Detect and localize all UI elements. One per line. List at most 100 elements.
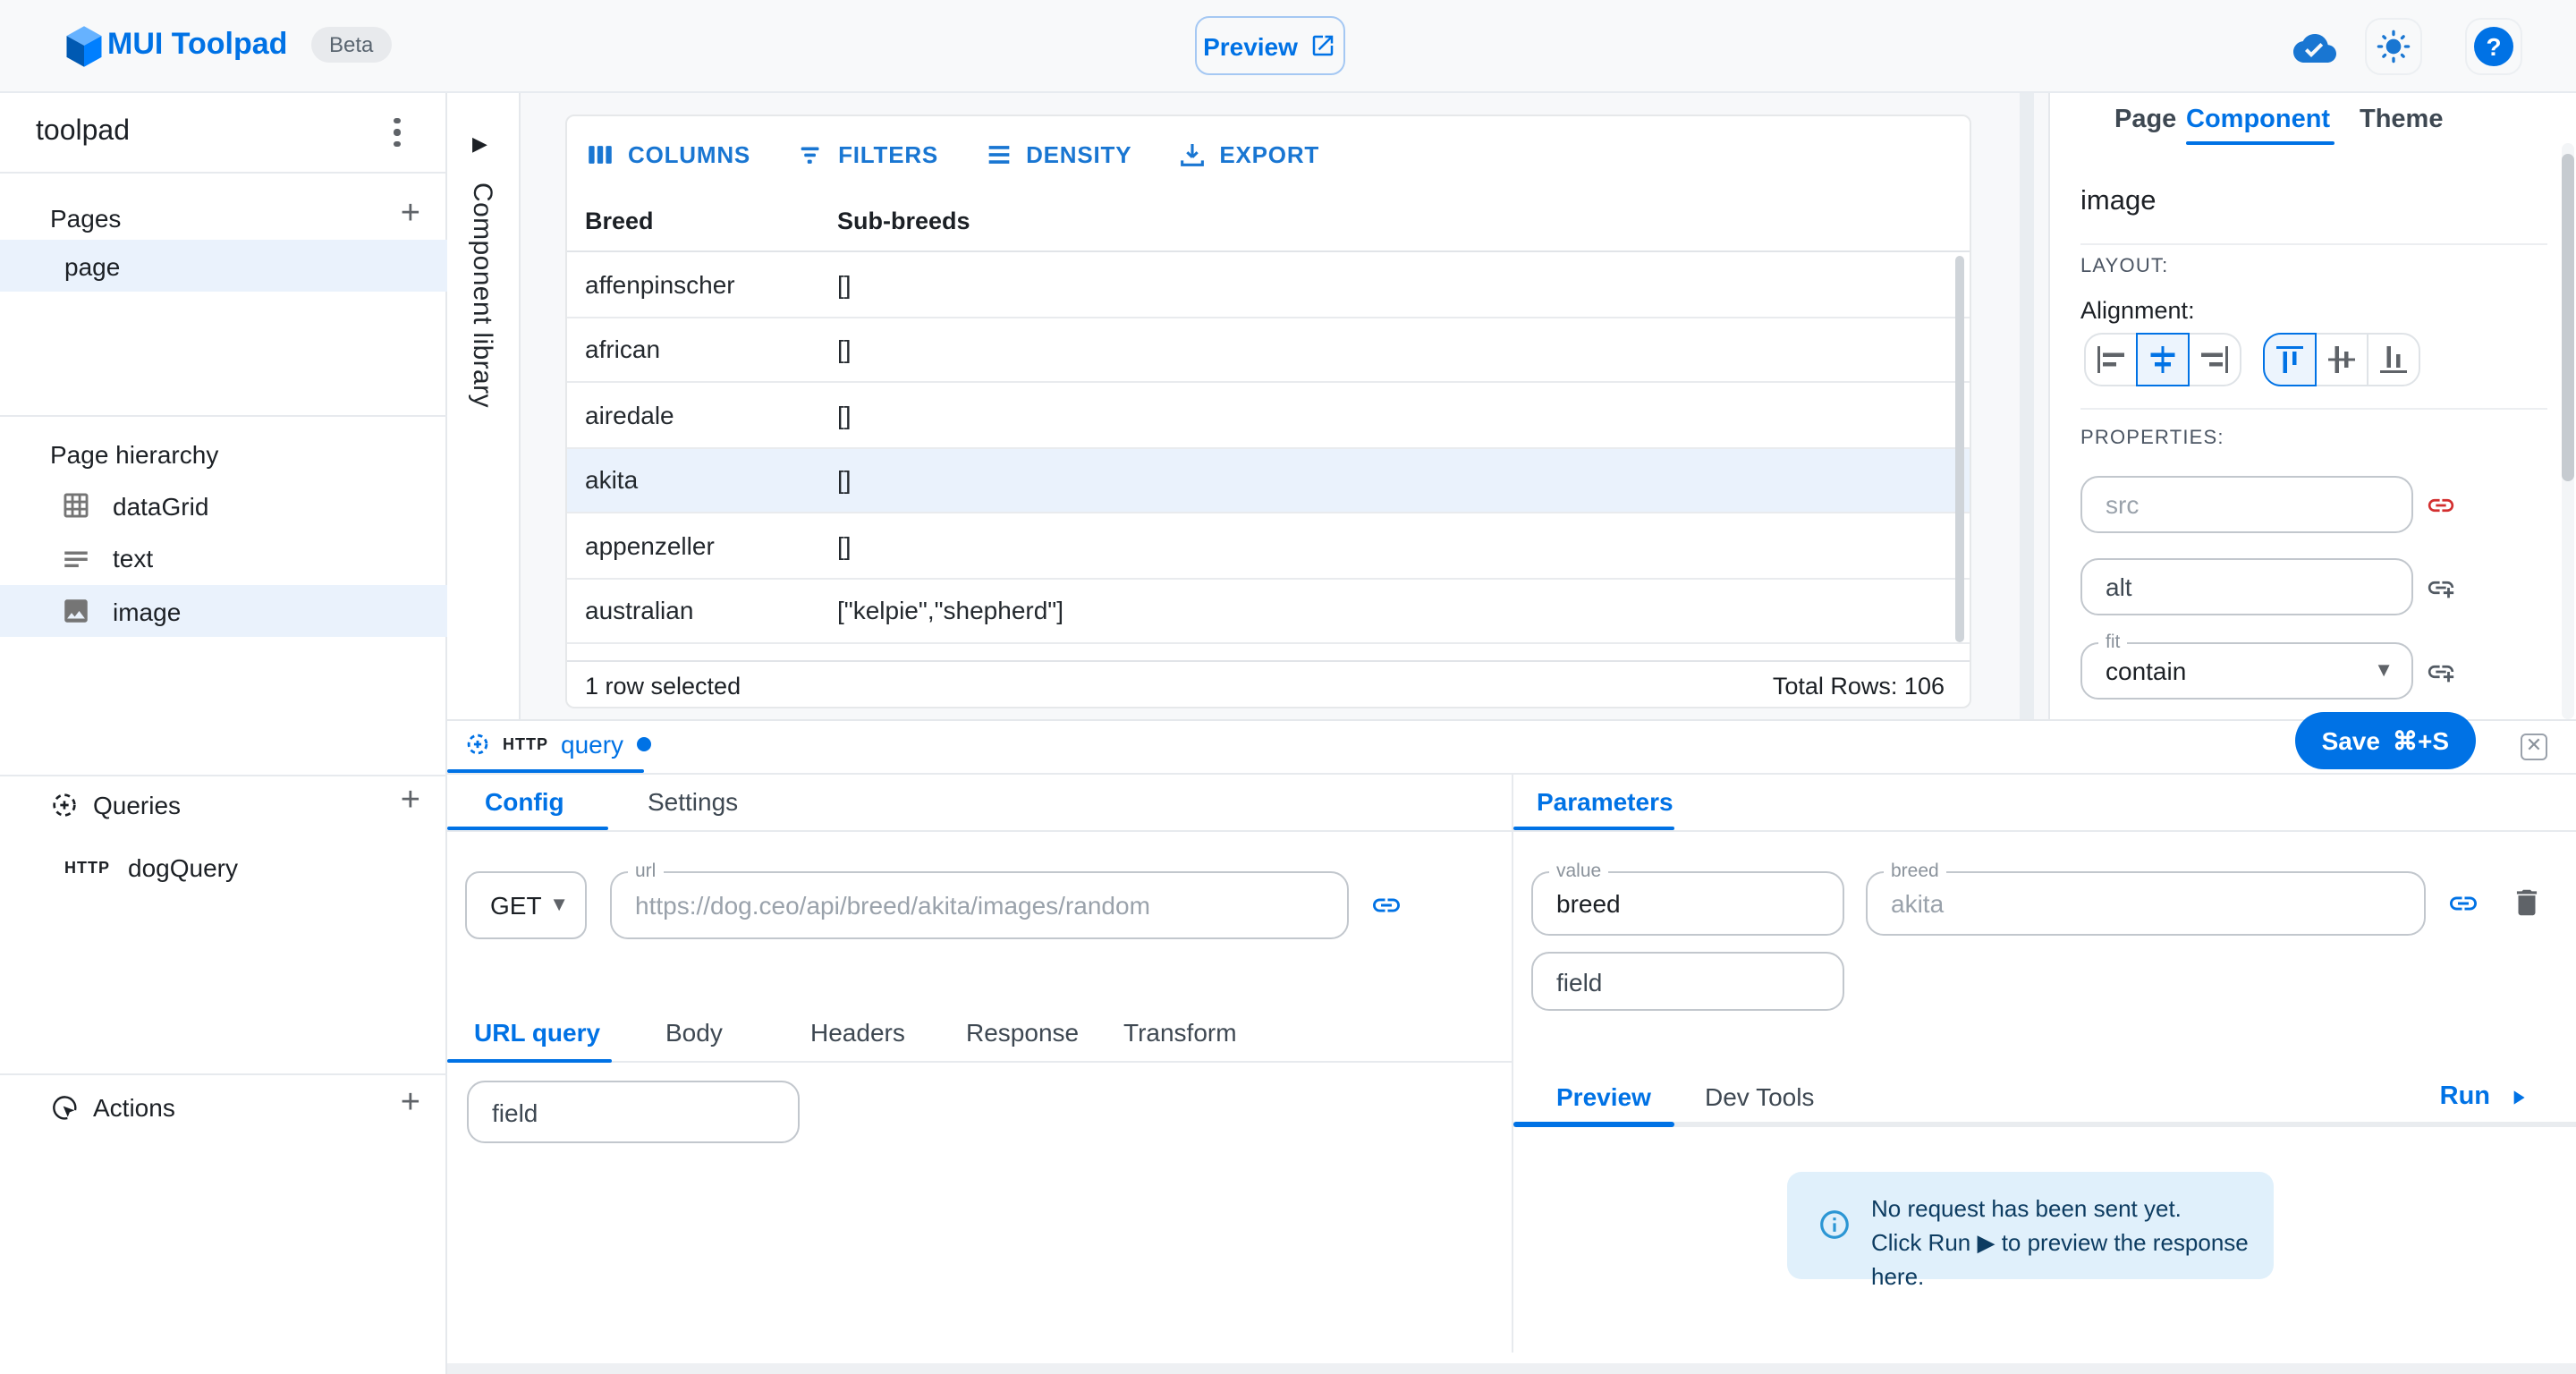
- divider: [2080, 408, 2547, 410]
- save-button[interactable]: Save ⌘+S: [2295, 712, 2476, 769]
- delete-parameter-button[interactable]: [2510, 886, 2544, 920]
- active-tab-indicator: [447, 826, 608, 830]
- tab-headers[interactable]: Headers: [810, 1018, 905, 1047]
- align-horizontal-right-button[interactable]: [2188, 333, 2241, 386]
- fit-label: fit: [2098, 632, 2127, 655]
- alignment-label: Alignment:: [2080, 297, 2195, 324]
- save-button-label: Save: [2322, 726, 2380, 755]
- cell-subbreeds: []: [837, 270, 1970, 299]
- preview-button[interactable]: Preview: [1195, 16, 1345, 75]
- align-vertical-center-button[interactable]: [2315, 333, 2368, 386]
- tab-theme[interactable]: Theme: [2360, 106, 2444, 134]
- alt-add-binding-icon[interactable]: [2426, 572, 2456, 603]
- column-header-breed[interactable]: Breed: [567, 208, 837, 234]
- expand-library-icon[interactable]: ▶: [472, 132, 487, 156]
- tab-parameters[interactable]: Parameters: [1537, 787, 1674, 816]
- table-row-selected[interactable]: akita []: [567, 448, 1970, 513]
- help-button[interactable]: ?: [2465, 18, 2522, 75]
- query-tab-row: HTTP query Save ⌘+S ✕: [447, 721, 2576, 775]
- src-binding-icon[interactable]: [2426, 490, 2456, 521]
- method-select[interactable]: GET ▼: [465, 871, 587, 939]
- component-library-label: Component library: [467, 182, 497, 408]
- param-binding-icon[interactable]: [2447, 887, 2479, 920]
- close-icon: ✕: [2526, 737, 2542, 757]
- active-tab-indicator: [1513, 1122, 1674, 1126]
- canvas-scrollbar[interactable]: [2020, 93, 2034, 719]
- add-action-button[interactable]: +: [401, 1086, 420, 1120]
- http-badge: HTTP: [64, 858, 110, 876]
- query-config-section: Config Settings GET ▼ url URL query Body…: [447, 775, 1512, 1363]
- align-horizontal-center-button[interactable]: [2136, 333, 2190, 386]
- sidebar-item-dogquery[interactable]: HTTP dogQuery: [0, 841, 447, 893]
- table-row[interactable]: affenpinscher []: [567, 252, 1970, 318]
- table-row[interactable]: australian ["kelpie","shepherd"]: [567, 579, 1970, 644]
- param-value-input[interactable]: [1533, 889, 1843, 918]
- fit-add-binding-icon[interactable]: [2426, 657, 2456, 687]
- export-button[interactable]: EXPORT: [1176, 139, 1319, 169]
- columns-button[interactable]: COLUMNS: [585, 139, 750, 169]
- divider: [0, 415, 447, 417]
- align-vertical-bottom-button[interactable]: [2367, 333, 2420, 386]
- filters-button-label: FILTERS: [838, 140, 938, 167]
- sidebar-header: toolpad: [0, 93, 445, 174]
- add-query-button[interactable]: +: [401, 784, 420, 818]
- url-query-field-input[interactable]: [469, 1098, 798, 1126]
- filters-button[interactable]: FILTERS: [795, 139, 938, 169]
- param-new-field: [1531, 952, 1844, 1011]
- cell-breed: airedale: [567, 401, 837, 429]
- play-icon: [2506, 1085, 2529, 1108]
- param-binding-input[interactable]: [1868, 889, 2424, 918]
- chevron-down-icon: ▼: [2374, 660, 2411, 682]
- fit-select[interactable]: fit contain ▼: [2080, 642, 2413, 700]
- close-panel-button[interactable]: ✕: [2521, 734, 2547, 760]
- density-button[interactable]: DENSITY: [983, 139, 1131, 169]
- column-header-subbreeds[interactable]: Sub-breeds: [837, 208, 1970, 234]
- hierarchy-item-text[interactable]: text: [0, 532, 447, 584]
- hierarchy-item-datagrid[interactable]: dataGrid: [0, 479, 447, 531]
- queries-section-label: Queries: [93, 791, 181, 819]
- url-binding-icon[interactable]: [1370, 889, 1402, 921]
- project-menu-button[interactable]: [381, 114, 413, 150]
- url-field: url: [610, 871, 1349, 939]
- open-in-new-icon: [1310, 32, 1337, 59]
- parameters-tabs: Parameters: [1513, 775, 2576, 832]
- run-button[interactable]: Run: [2440, 1082, 2529, 1111]
- breed-label: breed: [1884, 861, 1946, 884]
- datagrid-header-row: Breed Sub-breeds: [567, 191, 1970, 252]
- url-input[interactable]: [612, 891, 1347, 920]
- table-row[interactable]: african []: [567, 318, 1970, 383]
- tab-body[interactable]: Body: [665, 1018, 723, 1047]
- tab-settings[interactable]: Settings: [648, 787, 738, 816]
- query-item-label: dogQuery: [128, 852, 238, 881]
- add-page-button[interactable]: +: [401, 197, 420, 231]
- table-row[interactable]: airedale []: [567, 383, 1970, 448]
- tab-config[interactable]: Config: [485, 787, 564, 816]
- src-input[interactable]: [2082, 490, 2411, 519]
- tab-dev-tools[interactable]: Dev Tools: [1705, 1082, 1814, 1111]
- tab-preview[interactable]: Preview: [1556, 1082, 1651, 1111]
- vertical-alignment-group: [2263, 333, 2420, 386]
- tab-response[interactable]: Response: [966, 1018, 1079, 1047]
- alt-input[interactable]: [2082, 572, 2411, 601]
- mui-logo-icon: [61, 23, 107, 70]
- hierarchy-item-image[interactable]: image: [0, 585, 447, 637]
- preview-button-label: Preview: [1203, 31, 1298, 60]
- tab-http-query[interactable]: HTTP query: [465, 730, 650, 759]
- request-tabs: URL query Body Headers Response Transfor…: [447, 995, 1512, 1063]
- partial-row: [567, 644, 1970, 660]
- table-row[interactable]: appenzeller []: [567, 513, 1970, 579]
- tab-page[interactable]: Page: [2114, 106, 2176, 134]
- align-horizontal-left-button[interactable]: [2084, 333, 2138, 386]
- param-new-field-input[interactable]: [1533, 967, 1843, 996]
- datagrid-component[interactable]: COLUMNS FILTERS DENSITY: [565, 114, 1971, 708]
- bottom-scrollbar-track[interactable]: [447, 1363, 2576, 1374]
- theme-toggle-button[interactable]: [2365, 18, 2422, 75]
- datagrid-scrollbar[interactable]: [1955, 256, 1964, 642]
- align-vertical-top-button[interactable]: [2263, 333, 2317, 386]
- tab-component[interactable]: Component: [2186, 106, 2330, 134]
- tab-transform[interactable]: Transform: [1123, 1018, 1237, 1047]
- method-value: GET: [467, 891, 549, 920]
- tab-url-query[interactable]: URL query: [474, 1018, 600, 1047]
- inspector-scrollbar[interactable]: [2562, 154, 2574, 481]
- sidebar-item-page[interactable]: page: [0, 240, 447, 292]
